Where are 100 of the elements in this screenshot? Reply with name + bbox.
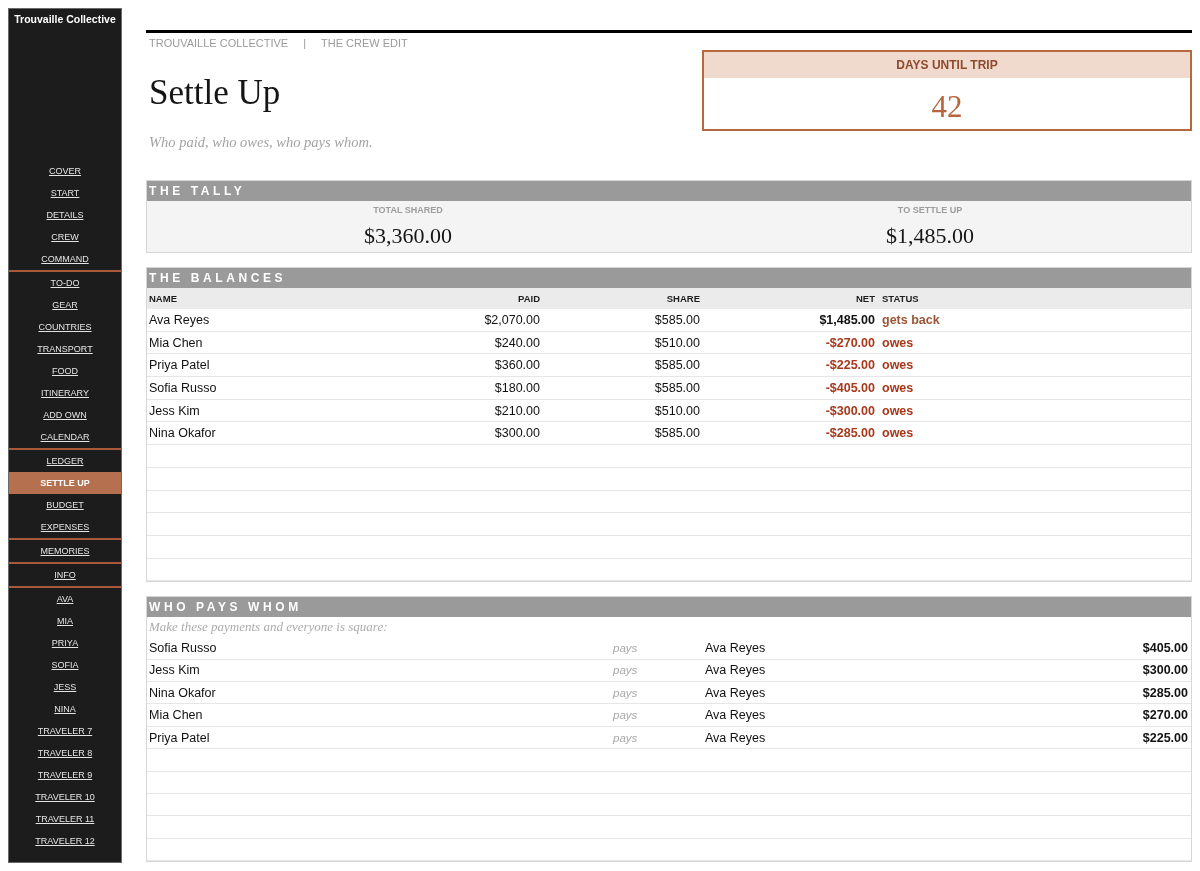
status-text: owes <box>881 358 915 373</box>
breadcrumb-text: THE CREW EDIT <box>321 36 408 50</box>
countdown-value: 42 <box>931 88 963 126</box>
table-cell-text: $180.00 <box>493 380 541 395</box>
table-cell-text: -$285.00 <box>824 426 876 441</box>
nav-link[interactable]: TRAVELER 7 <box>37 725 93 737</box>
nav-link[interactable]: LEDGER <box>46 455 84 467</box>
table-cell-text: $585.00 <box>653 358 701 373</box>
nav-link[interactable]: JESS <box>53 681 77 693</box>
column-header: NET <box>855 293 876 304</box>
status-text: owes <box>881 403 915 418</box>
nav-link[interactable]: NINA <box>54 703 76 715</box>
nav-link[interactable]: TRAVELER 9 <box>37 769 93 781</box>
status-text: owes <box>881 380 915 395</box>
table-cell-text: $210.00 <box>493 403 541 418</box>
column-header: SHARE <box>665 293 701 304</box>
table-cell-text: Priya Patel <box>148 358 211 373</box>
table-cell-text: $585.00 <box>653 312 701 327</box>
nav-link[interactable]: TRAVELER 8 <box>37 747 93 759</box>
table-cell-text: $510.00 <box>653 403 701 418</box>
table-cell-text: Priya Patel <box>148 730 211 745</box>
table-cell-text: Mia Chen <box>148 335 204 350</box>
stat-label: TOTAL SHARED <box>373 205 443 216</box>
column-header: NAME <box>148 293 178 304</box>
nav-link[interactable]: EXPENSES <box>40 521 90 533</box>
table-cell-text: Ava Reyes <box>148 312 211 327</box>
section-header: THE BALANCES <box>147 268 1191 288</box>
table-cell-text: $300.00 <box>1141 663 1189 678</box>
page-subtitle: Who paid, who owes, who pays whom. <box>149 134 373 150</box>
table-cell-text: Jess Kim <box>148 403 201 418</box>
table-cell-text: -$225.00 <box>824 358 876 373</box>
table-cell-text: pays <box>611 709 639 722</box>
nav-link[interactable]: ITINERARY <box>41 387 89 399</box>
stat-value: $1,485.00 <box>886 223 974 249</box>
table-cell-text: $510.00 <box>653 335 701 350</box>
table-cell-text: $300.00 <box>493 426 541 441</box>
status-text: owes <box>881 335 915 350</box>
instruction-text: Make these payments and everyone is square: <box>149 619 388 636</box>
table-cell-text: $405.00 <box>1141 640 1189 655</box>
table-cell-text: Ava Reyes <box>705 640 767 655</box>
status-text: gets back <box>881 312 941 327</box>
status-text: owes <box>881 426 915 441</box>
nav-link[interactable]: COUNTRIES <box>38 321 92 333</box>
table-cell-text: $360.00 <box>493 358 541 373</box>
table-cell-text: Ava Reyes <box>705 730 767 745</box>
nav-link[interactable]: TRAVELER 10 <box>35 791 95 803</box>
nav-link[interactable]: MEMORIES <box>40 545 90 557</box>
nav-link[interactable]: BUDGET <box>46 499 84 511</box>
nav-link[interactable]: INFO <box>54 569 76 581</box>
table-cell-text: pays <box>611 686 639 699</box>
table-cell-text: -$270.00 <box>824 335 876 350</box>
table-cell-text: Sofia Russo <box>148 640 218 655</box>
nav-link[interactable]: CREW <box>51 231 79 243</box>
table-cell-text: -$405.00 <box>824 380 876 395</box>
nav-link[interactable]: COVER <box>49 165 81 177</box>
column-header: STATUS <box>881 293 920 304</box>
table-cell-text: Nina Okafor <box>148 685 217 700</box>
nav-link[interactable]: COMMAND <box>41 253 89 265</box>
stat-value: $3,360.00 <box>364 223 452 249</box>
table-cell-text: -$300.00 <box>824 403 876 418</box>
table-cell-text: pays <box>611 664 639 677</box>
table-cell-text: Ava Reyes <box>705 708 767 723</box>
table-cell-text: Ava Reyes <box>705 663 767 678</box>
nav-link[interactable]: TO-DO <box>50 277 80 289</box>
column-header: PAID <box>517 293 541 304</box>
nav-link[interactable]: TRAVELER 11 <box>35 813 95 825</box>
nav-link[interactable]: MIA <box>57 615 73 627</box>
table-cell-text: Jess Kim <box>148 663 201 678</box>
nav-link[interactable]: TRAVELER 12 <box>35 835 95 847</box>
nav-link[interactable]: TRANSPORT <box>37 343 93 355</box>
nav-link[interactable]: START <box>50 187 80 199</box>
breadcrumb-separator: | <box>303 36 307 50</box>
page-title: Settle Up <box>149 73 281 112</box>
nav-link[interactable]: DETAILS <box>46 209 84 221</box>
nav-link[interactable]: SOFIA <box>51 659 79 671</box>
nav-link[interactable]: PRIYA <box>51 637 79 649</box>
breadcrumb-text: TROUVAILLE COLLECTIVE <box>149 36 289 50</box>
table-cell-text: $240.00 <box>493 335 541 350</box>
table-cell-text: pays <box>611 641 639 654</box>
nav-link[interactable]: CALENDAR <box>40 431 90 443</box>
countdown-label: DAYS UNTIL TRIP <box>704 52 1190 78</box>
stat-label: TO SETTLE UP <box>897 205 963 216</box>
nav-link[interactable]: GEAR <box>52 299 78 311</box>
table-cell-text: Ava Reyes <box>705 685 767 700</box>
table-cell-text: Sofia Russo <box>148 380 218 395</box>
table-cell-text: Mia Chen <box>148 708 204 723</box>
nav-link[interactable]: AVA <box>56 593 74 605</box>
table-cell-text: $2,070.00 <box>483 312 541 327</box>
table-cell-text: pays <box>611 731 639 744</box>
table-cell-text: Nina Okafor <box>148 426 217 441</box>
nav-link[interactable]: FOOD <box>52 365 78 377</box>
table-cell-text: $225.00 <box>1141 730 1189 745</box>
nav-link[interactable]: SETTLE UP <box>9 472 121 494</box>
brand-title: Trouvaille Collective <box>14 13 116 25</box>
section-header: WHO PAYS WHOM <box>147 597 1191 618</box>
table-cell-text: $1,485.00 <box>818 312 876 327</box>
table-cell-text: $585.00 <box>653 426 701 441</box>
table-cell-text: $270.00 <box>1141 708 1189 723</box>
section-header: THE TALLY <box>147 181 1191 201</box>
nav-link[interactable]: ADD OWN <box>43 409 87 421</box>
